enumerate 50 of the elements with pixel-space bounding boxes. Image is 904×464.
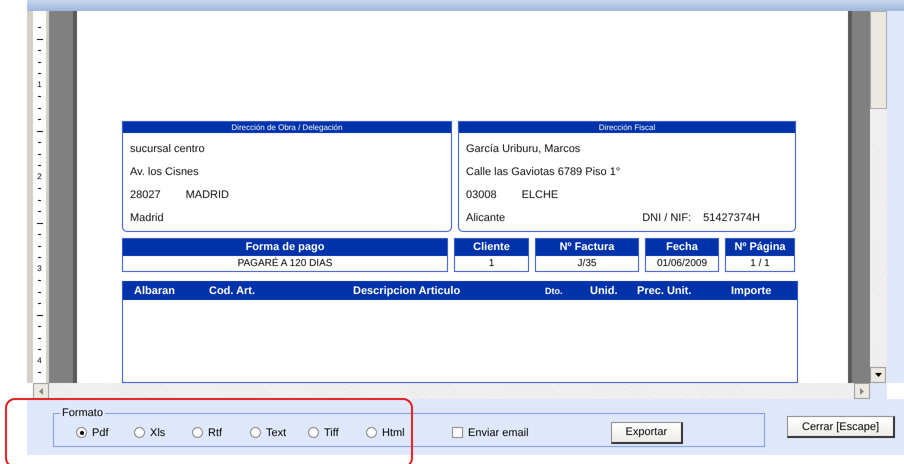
column-header: Descripcion Articulo bbox=[353, 284, 462, 296]
format-radio[interactable]: Rtf bbox=[192, 426, 250, 438]
field-label: Forma de pago bbox=[123, 239, 447, 256]
format-radio[interactable]: Tiff bbox=[308, 426, 366, 438]
format-radio[interactable]: Text bbox=[250, 426, 308, 438]
email-checkbox[interactable]: Enviar email bbox=[452, 426, 529, 438]
field-value: J/35 bbox=[576, 257, 598, 271]
field-value: 1 / 1 bbox=[749, 257, 771, 271]
group-title: Formato bbox=[61, 407, 104, 419]
column-header: Unid. bbox=[590, 284, 618, 296]
ruler-number: 4 bbox=[37, 357, 42, 366]
address-text: 28027 bbox=[130, 188, 161, 200]
panel-title: Dirección de Obra / Delegación bbox=[123, 122, 451, 133]
address-text: Madrid bbox=[130, 212, 164, 224]
address-text: ELCHE bbox=[522, 188, 558, 200]
ruler-number: 1 bbox=[37, 81, 42, 90]
id-number: 51427374H bbox=[703, 212, 760, 224]
address-text: 03008 bbox=[466, 188, 497, 200]
field-label: Cliente bbox=[455, 239, 528, 256]
address-text: Alicante bbox=[466, 212, 506, 224]
address-text: MADRID bbox=[186, 188, 229, 200]
field-value: 01/06/2009 bbox=[656, 257, 708, 271]
address-text: sucursal centro bbox=[130, 142, 205, 154]
address-text: Av. los Cisnes bbox=[130, 166, 199, 178]
address-text: García Uriburu, Marcos bbox=[466, 142, 580, 154]
field-value: 1 bbox=[488, 257, 496, 271]
field-value: PAGARÉ A 120 DIAS bbox=[236, 256, 334, 271]
field-label: Fecha bbox=[646, 239, 718, 256]
ruler-number: 3 bbox=[37, 265, 42, 274]
export-button[interactable]: Exportar bbox=[610, 422, 684, 444]
format-radio[interactable]: Pdf bbox=[76, 426, 134, 438]
column-header: Importe bbox=[731, 284, 772, 296]
column-header: Prec. Unit. bbox=[637, 284, 692, 296]
column-header: Cod. Art. bbox=[209, 284, 256, 296]
panel-title: Dirección Fiscal bbox=[459, 122, 795, 133]
close-button[interactable]: Cerrar [Escape] bbox=[787, 416, 896, 438]
scroll-left-icon[interactable] bbox=[33, 383, 49, 399]
column-header: Albaran bbox=[134, 284, 176, 296]
ruler-number: 2 bbox=[37, 173, 42, 182]
address-text: Calle las Gaviotas 6789 Piso 1° bbox=[466, 166, 620, 178]
vertical-scrollbar[interactable] bbox=[870, 11, 887, 383]
format-radio[interactable]: Html bbox=[366, 426, 424, 438]
column-header: Dto. bbox=[545, 286, 564, 296]
format-radio[interactable]: Xls bbox=[134, 426, 192, 438]
id-label: DNI / NIF: bbox=[642, 212, 692, 224]
scroll-thumb[interactable] bbox=[870, 11, 887, 109]
field-label: Nº Factura bbox=[536, 239, 638, 256]
field-label: Nº Página bbox=[726, 239, 794, 256]
horizontal-scrollbar[interactable] bbox=[33, 383, 870, 399]
scroll-down-icon[interactable] bbox=[870, 367, 886, 383]
